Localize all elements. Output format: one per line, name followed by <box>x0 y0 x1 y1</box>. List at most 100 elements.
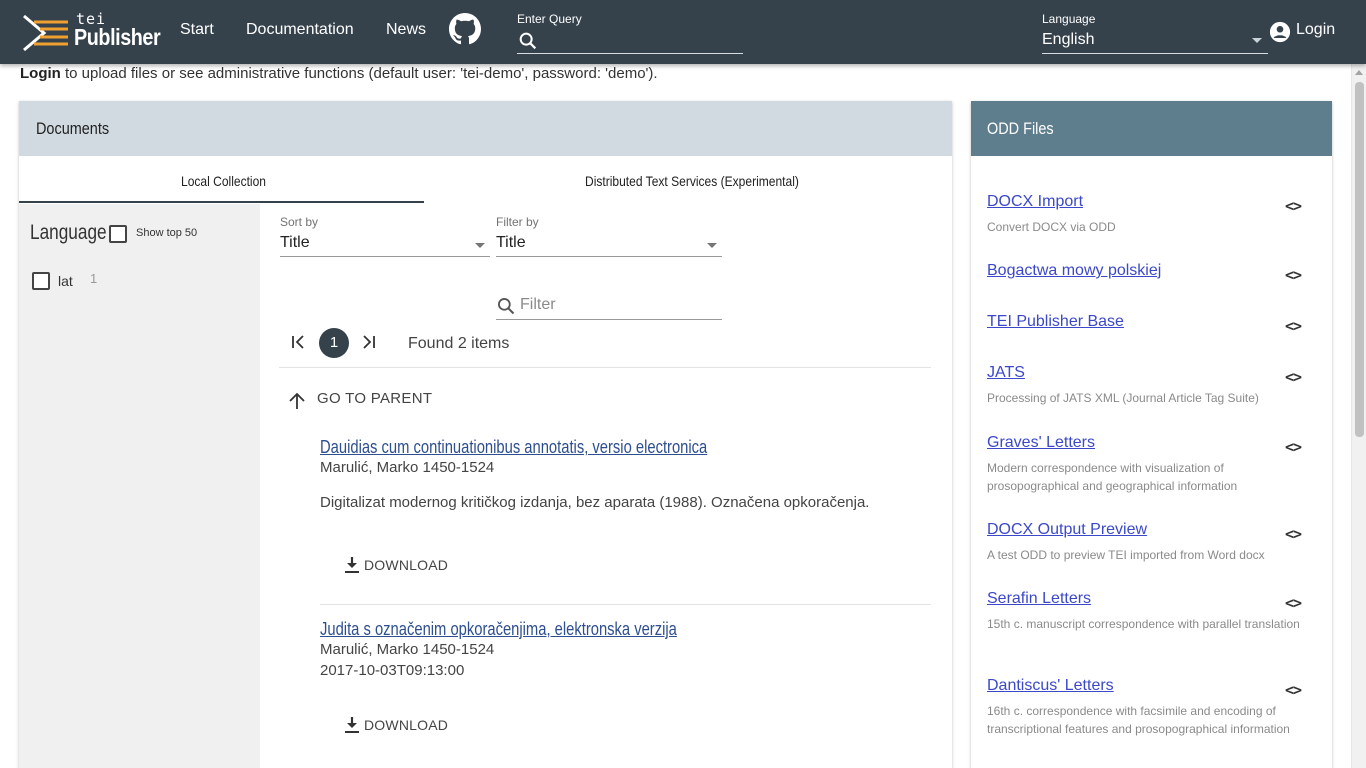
go-to-parent-label: GO TO PARENT <box>317 390 433 407</box>
odd-link[interactable]: TEI Publisher Base <box>987 313 1124 330</box>
tab-local-collection[interactable]: Local Collection <box>181 173 266 189</box>
filter-by-label: Filter by <box>496 215 539 229</box>
document-description: Digitalizat modernog kritičkog izdanja, … <box>320 494 870 511</box>
top-app-bar: tei Publisher Start Documentation News E… <box>0 0 1366 64</box>
odd-description: 15th c. manuscript correspondence with p… <box>987 617 1300 631</box>
document-item: Dauidias cum continuationibus annotatis,… <box>320 437 931 587</box>
arrow-up-icon <box>289 392 305 409</box>
github-icon[interactable] <box>449 13 481 45</box>
document-item: Judita s označenim opkoračenjima, elektr… <box>320 619 931 749</box>
login-hint: Login to upload files or see administrat… <box>20 65 658 82</box>
code-icon[interactable]: <> <box>1285 438 1302 456</box>
sort-by-select[interactable]: Title <box>280 232 490 257</box>
odd-files-panel: ODD Files DOCX Import <> Convert DOCX vi… <box>971 101 1332 768</box>
search-icon <box>519 32 537 50</box>
code-icon[interactable]: <> <box>1285 525 1302 543</box>
login-hint-bold: Login <box>20 65 61 82</box>
tab-distributed-text-services[interactable]: Distributed Text Services (Experimental) <box>585 173 799 189</box>
download-label: DOWNLOAD <box>364 717 449 733</box>
odd-link[interactable]: JATS <box>987 364 1025 381</box>
nav-documentation[interactable]: Documentation <box>246 21 354 39</box>
last-page-icon[interactable] <box>360 334 376 350</box>
query-label: Enter Query <box>517 12 582 26</box>
nav-start[interactable]: Start <box>180 21 214 39</box>
filter-input[interactable]: Filter <box>496 293 722 320</box>
odd-description: Convert DOCX via ODD <box>987 220 1116 234</box>
scroll-thumb[interactable] <box>1355 82 1364 437</box>
document-author: Marulić, Marko 1450-1524 <box>320 459 495 476</box>
show-top-checkbox[interactable] <box>109 225 127 243</box>
divider <box>279 367 931 368</box>
result-count: Found 2 items <box>408 335 510 352</box>
facet-value-lat: lat <box>58 273 73 289</box>
documents-title: Documents <box>36 119 110 138</box>
logo-publisher-text: Publisher <box>74 24 161 50</box>
query-input[interactable] <box>517 30 743 54</box>
facet-count-lat: 1 <box>90 271 98 286</box>
odd-files-header: ODD Files <box>971 101 1332 156</box>
odd-link[interactable]: Dantiscus' Letters <box>987 677 1114 694</box>
odd-item-serafin-letters: Serafin Letters <> 15th c. manuscript co… <box>987 590 1317 633</box>
login-hint-text: to upload files or see administrative fu… <box>60 65 658 82</box>
facet-title: Language <box>30 221 107 244</box>
odd-link[interactable]: DOCX Output Preview <box>987 521 1147 538</box>
odd-link[interactable]: DOCX Import <box>987 193 1083 210</box>
code-icon[interactable]: <> <box>1285 681 1302 699</box>
dropdown-arrow-icon <box>1252 38 1262 43</box>
code-icon[interactable]: <> <box>1285 197 1302 215</box>
filter-by-select[interactable]: Title <box>496 232 722 257</box>
odd-item-dantiscus-letters: Dantiscus' Letters <> 16th c. correspond… <box>987 677 1317 738</box>
odd-item-docx-import: DOCX Import <> Convert DOCX via ODD <box>987 193 1317 236</box>
first-page-icon[interactable] <box>291 334 307 350</box>
odd-item-bogactwa: Bogactwa mowy polskiej <> <box>987 262 1317 284</box>
sort-by-value: Title <box>280 234 310 251</box>
odd-item-tei-publisher-base: TEI Publisher Base <> <box>987 313 1317 335</box>
code-icon[interactable]: <> <box>1285 266 1302 284</box>
dropdown-arrow-icon <box>707 243 717 248</box>
current-page-button[interactable]: 1 <box>319 328 349 358</box>
odd-description: 16th c. correspondence with facsimile an… <box>987 704 1290 736</box>
login-label: Login <box>1296 21 1336 38</box>
odd-item-graves-letters: Graves' Letters <> Modern correspondence… <box>987 434 1317 495</box>
language-select[interactable]: English <box>1042 30 1268 54</box>
download-icon <box>345 557 359 573</box>
logo-chevron-icon <box>23 14 68 52</box>
documents-header: Documents <box>19 101 952 156</box>
download-icon <box>345 717 359 733</box>
code-icon[interactable]: <> <box>1285 594 1302 612</box>
document-date: 2017-10-03T09:13:00 <box>320 662 465 679</box>
odd-link[interactable]: Graves' Letters <box>987 434 1095 451</box>
dropdown-arrow-icon <box>475 243 485 248</box>
odd-files-title: ODD Files <box>987 119 1054 138</box>
odd-description: A test ODD to preview TEI imported from … <box>987 548 1265 562</box>
download-label: DOWNLOAD <box>364 557 449 573</box>
sort-by-label: Sort by <box>280 215 319 229</box>
documents-panel: Documents Local Collection Distributed T… <box>19 101 952 768</box>
language-facet: Language Show top 50 lat 1 <box>19 204 260 768</box>
code-icon[interactable]: <> <box>1285 317 1302 335</box>
page-scrollbar[interactable] <box>1351 64 1366 768</box>
scroll-up-arrow-icon[interactable] <box>1355 70 1363 75</box>
facet-checkbox-lat[interactable] <box>32 272 50 290</box>
odd-description: Modern correspondence with visualization… <box>987 461 1238 493</box>
odd-item-jats: JATS <> Processing of JATS XML (Journal … <box>987 364 1317 407</box>
filter-by-value: Title <box>496 234 526 251</box>
filter-placeholder: Filter <box>520 296 556 313</box>
code-icon[interactable]: <> <box>1285 368 1302 386</box>
divider <box>320 604 931 605</box>
document-title-link[interactable]: Judita s označenim opkoračenjima, elektr… <box>320 619 821 641</box>
language-value: English <box>1042 31 1095 48</box>
language-label: Language <box>1042 12 1096 26</box>
documents-tabs: Local Collection Distributed Text Servic… <box>19 156 952 204</box>
nav-news[interactable]: News <box>386 21 426 39</box>
tei-publisher-logo[interactable]: tei Publisher <box>22 10 161 54</box>
odd-description: Processing of JATS XML (Journal Article … <box>987 391 1259 405</box>
search-icon <box>498 298 515 315</box>
odd-link[interactable]: Serafin Letters <box>987 590 1091 607</box>
odd-link[interactable]: Bogactwa mowy polskiej <box>987 262 1161 279</box>
document-author: Marulić, Marko 1450-1524 <box>320 641 495 658</box>
show-top-label: Show top 50 <box>136 227 198 239</box>
document-title-link[interactable]: Dauidias cum continuationibus annotatis,… <box>320 437 821 459</box>
odd-item-docx-output-preview: DOCX Output Preview <> A test ODD to pre… <box>987 521 1317 564</box>
active-tab-indicator <box>19 201 424 203</box>
